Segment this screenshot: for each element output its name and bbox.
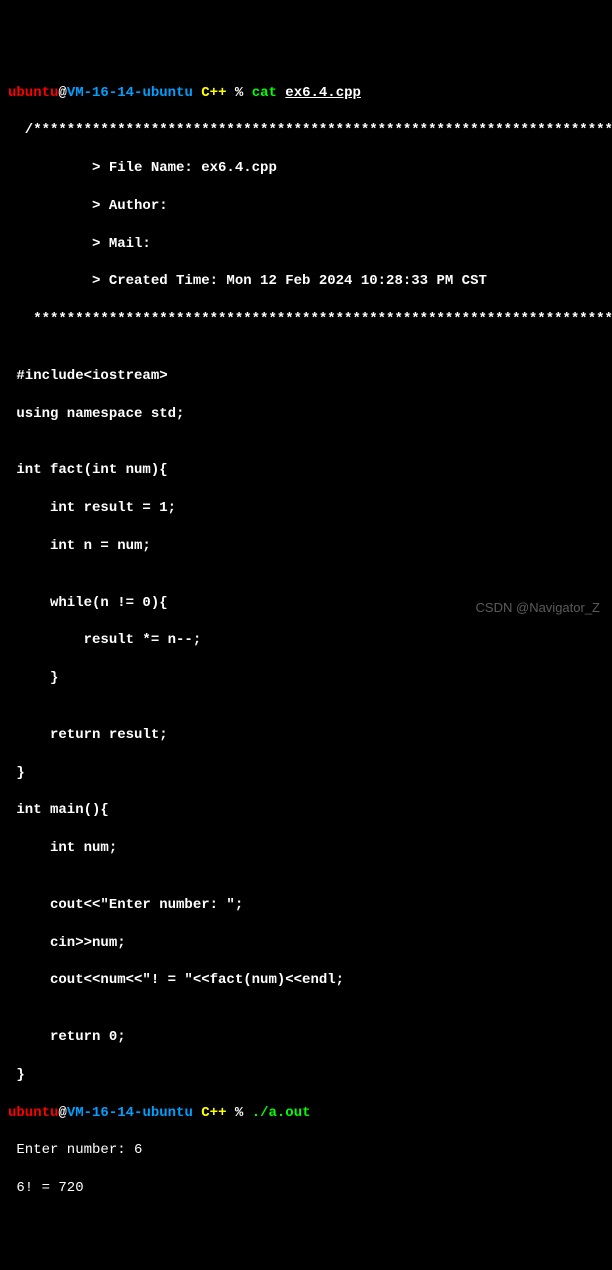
code-fact-decl: int fact(int num){ bbox=[8, 461, 604, 480]
prompt-dir: C++ bbox=[193, 85, 227, 101]
output-enter-number: Enter number: 6 bbox=[8, 1141, 604, 1160]
prompt-at: @ bbox=[58, 85, 66, 101]
created-time-line: > Created Time: Mon 12 Feb 2024 10:28:33… bbox=[8, 272, 604, 291]
code-while: while(n != 0){ bbox=[8, 594, 604, 613]
comment-bottom: ****************************************… bbox=[8, 310, 604, 329]
prompt-user: ubuntu bbox=[8, 1105, 58, 1121]
comment-top: /***************************************… bbox=[8, 121, 604, 140]
code-main-close: } bbox=[8, 1066, 604, 1085]
prompt-dir: C++ bbox=[193, 1105, 227, 1121]
code-main-decl: int main(){ bbox=[8, 801, 604, 820]
prompt-symbol: % bbox=[226, 1105, 251, 1121]
code-fact-close: } bbox=[8, 764, 604, 783]
code-cout-prompt: cout<<"Enter number: "; bbox=[8, 896, 604, 915]
cat-command: cat bbox=[252, 85, 286, 101]
code-cout-result: cout<<num<<"! = "<<fact(num)<<endl; bbox=[8, 971, 604, 990]
code-include: #include<iostream> bbox=[8, 367, 604, 386]
code-using: using namespace std; bbox=[8, 405, 604, 424]
code-n-init: int n = num; bbox=[8, 537, 604, 556]
prompt-at: @ bbox=[58, 1105, 66, 1121]
prompt-user: ubuntu bbox=[8, 85, 58, 101]
cat-argument: ex6.4.cpp bbox=[285, 85, 361, 101]
prompt-host: VM-16-14-ubuntu bbox=[67, 1105, 193, 1121]
author-line: > Author: bbox=[8, 197, 604, 216]
code-result-init: int result = 1; bbox=[8, 499, 604, 518]
code-cin: cin>>num; bbox=[8, 934, 604, 953]
code-mul: result *= n--; bbox=[8, 631, 604, 650]
code-num-decl: int num; bbox=[8, 839, 604, 858]
file-name-line: > File Name: ex6.4.cpp bbox=[8, 159, 604, 178]
code-return-result: return result; bbox=[8, 726, 604, 745]
mail-line: > Mail: bbox=[8, 235, 604, 254]
prompt-host: VM-16-14-ubuntu bbox=[67, 85, 193, 101]
code-while-close: } bbox=[8, 669, 604, 688]
prompt-line-1[interactable]: ubuntu@VM-16-14-ubuntu C++ % cat ex6.4.c… bbox=[8, 84, 604, 103]
run-command: ./a.out bbox=[252, 1105, 311, 1121]
prompt-symbol: % bbox=[226, 85, 251, 101]
prompt-line-2[interactable]: ubuntu@VM-16-14-ubuntu C++ % ./a.out bbox=[8, 1104, 604, 1123]
code-return-zero: return 0; bbox=[8, 1028, 604, 1047]
output-result: 6! = 720 bbox=[8, 1179, 604, 1198]
